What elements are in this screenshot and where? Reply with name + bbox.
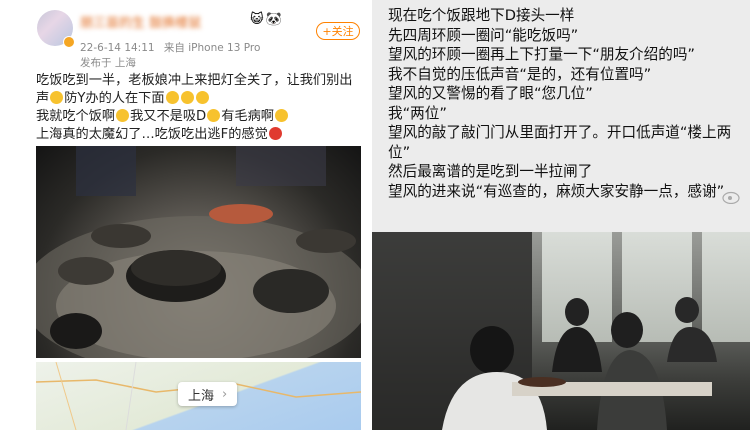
laugh-emoji-icon: [116, 109, 130, 122]
chat-line: 先四周环顾一圈问“能吃饭吗”: [388, 26, 579, 44]
post-meta: 22-6-14 14:11 来自 iPhone 13 Pro: [80, 40, 266, 55]
weibo-post: 朋三苗的生 鼓换楼鼠 😺🐼 22-6-14 14:11 来自 iPhone 13…: [30, 0, 365, 430]
user-badge-icons: 😺🐼: [250, 12, 284, 27]
location-map[interactable]: 上海 ›: [36, 362, 361, 430]
chat-line: 现在吃个饭跟地下D接头一样: [388, 7, 575, 24]
chat-line: 望风的环顾一圈再上下打量一下“朋友介绍的吗”: [388, 46, 695, 63]
post-line-3: 上海真的太魔幻了…吃饭吃出逃F的感觉: [36, 127, 268, 142]
smile-emoji-icon: [50, 91, 64, 104]
laugh-emoji-icon: [207, 109, 221, 122]
weibo-watermark-icon: [722, 190, 740, 207]
map-location-pill[interactable]: 上海 ›: [178, 382, 238, 406]
chat-text-screenshot: 现在吃个饭跟地下D接头一样 先四周环顾一圈问“能吃饭吗” 望风的环顾一圈再上下打…: [372, 0, 750, 232]
chat-line: 我“两位”: [388, 104, 447, 122]
chat-line: 我不自觉的压低声音“是的，还有位置吗”: [388, 65, 652, 83]
post-line-1b: 防Y办的人在下面: [64, 91, 165, 106]
post-date: 22-6-14 14:11: [80, 42, 155, 54]
chevron-right-icon: ›: [222, 386, 228, 402]
map-location-label: 上海: [188, 388, 215, 404]
post-text: 吃饭吃到一半，老板娘冲上来把灯全关了，让我们别出声 防Y办的人在下面 我就吃个饭啊…: [36, 72, 361, 144]
laugh-emoji-icon: [180, 91, 194, 104]
chat-line: 望风的进来说“有巡查的，麻烦大家安静一点，感谢”: [388, 182, 725, 200]
post-location: 发布于 上海: [80, 57, 136, 69]
post-line-2c: 有毛病啊: [221, 109, 274, 124]
restaurant-photo[interactable]: [372, 232, 750, 430]
angry-emoji-icon: [268, 127, 282, 140]
chat-line: 望风的敲了敲门门从里面打开了。开口低声道“楼上两位”: [388, 124, 732, 161]
post-line-2b: 我又不是吸D: [130, 109, 207, 124]
post-device: 来自 iPhone 13 Pro: [163, 42, 261, 54]
follow-button[interactable]: +关注: [316, 22, 360, 40]
post-photo[interactable]: [36, 146, 361, 358]
laugh-emoji-icon: [274, 109, 288, 122]
post-line-2: 我就吃个饭啊: [36, 109, 116, 124]
chat-line: 然后最离谱的是吃到一半拉闸了: [388, 163, 593, 180]
laugh-emoji-icon: [195, 91, 209, 104]
dinner-table-photo: [36, 146, 361, 358]
username[interactable]: 朋三苗的生 鼓换楼鼠: [80, 12, 270, 28]
chat-line: 望风的又警惕的看了眼“您几位”: [388, 85, 593, 102]
diners-silhouettes: [372, 232, 717, 430]
chat-text: 现在吃个饭跟地下D接头一样 先四周环顾一圈问“能吃饭吗” 望风的环顾一圈再上下打…: [388, 6, 744, 201]
verified-badge-icon: [63, 36, 75, 48]
laugh-emoji-icon: [165, 91, 179, 104]
